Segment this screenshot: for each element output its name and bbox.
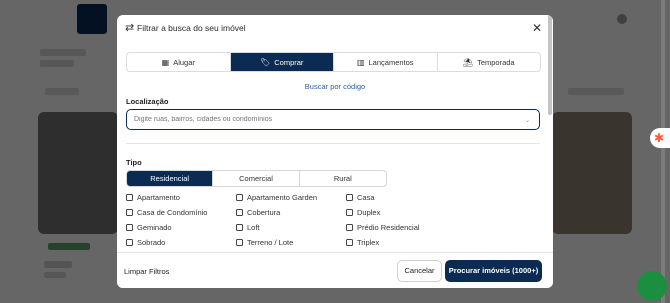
key-card-icon: 🏷: [260, 57, 271, 67]
search-properties-button[interactable]: Procurar imóveis (1000+): [445, 260, 542, 282]
checkbox-duplex[interactable]: Duplex: [346, 208, 380, 217]
close-icon[interactable]: ✕: [530, 21, 544, 35]
checkbox-casa[interactable]: Casa: [346, 193, 375, 202]
filter-modal: ⇄ Filtrar a busca do seu imóvel ✕ ▦ Alug…: [117, 15, 553, 288]
tab-temporada[interactable]: ⛱ Temporada: [438, 53, 541, 71]
search-by-code-link[interactable]: Buscar por código: [117, 82, 553, 91]
hubspot-icon[interactable]: ✱: [650, 128, 670, 148]
modal-title: Filtrar a busca do seu imóvel: [137, 23, 246, 33]
checkbox-loft[interactable]: Loft: [236, 223, 260, 232]
beach-umbrella-icon: ⛱: [462, 57, 474, 67]
page-scrollbar: [661, 0, 665, 303]
checkbox-triplex[interactable]: Triplex: [346, 238, 379, 247]
swap-arrows-icon: ⇄: [125, 22, 135, 34]
checkbox-box[interactable]: [346, 209, 353, 216]
checkbox-box[interactable]: [236, 194, 243, 201]
modal-footer: Limpar Filtros Cancelar Procurar imóveis…: [117, 252, 553, 288]
segment-comercial[interactable]: Comercial: [213, 171, 300, 186]
checkbox-box[interactable]: [346, 224, 353, 231]
clear-filters-button[interactable]: Limpar Filtros: [124, 267, 169, 276]
tipo-segmented-control: Residencial Comercial Rural: [126, 170, 387, 187]
checkbox-box[interactable]: [236, 209, 243, 216]
whatsapp-button[interactable]: [637, 271, 667, 301]
segment-rural[interactable]: Rural: [300, 171, 386, 186]
checkbox-box[interactable]: [126, 239, 133, 246]
modal-scrollbar[interactable]: [548, 15, 552, 115]
divider: [126, 143, 540, 144]
checkbox-geminado[interactable]: Geminado: [126, 223, 172, 232]
calendar-icon: ▦: [161, 57, 170, 67]
checkbox-box[interactable]: [236, 224, 243, 231]
location-input[interactable]: [126, 109, 540, 130]
segment-residencial[interactable]: Residencial: [127, 171, 214, 186]
transaction-tabs: ▦ Alugar 🏷 Comprar ▥ Lançamentos ⛱ Tempo…: [126, 52, 541, 72]
checkbox-terreno-lote[interactable]: Terreno / Lote: [236, 238, 293, 247]
checkbox-casa-de-condominio[interactable]: Casa de Condomínio: [126, 208, 207, 217]
tipo-label: Tipo: [126, 158, 142, 167]
building-icon: ▥: [356, 57, 365, 67]
modal-header: ⇄ Filtrar a busca do seu imóvel ✕: [117, 15, 553, 42]
checkbox-box[interactable]: [126, 194, 133, 201]
checkbox-sobrado[interactable]: Sobrado: [126, 238, 165, 247]
location-label: Localização: [126, 97, 169, 106]
checkbox-apartamento-garden[interactable]: Apartamento Garden: [236, 193, 317, 202]
checkbox-box[interactable]: [126, 224, 133, 231]
tab-comprar[interactable]: 🏷 Comprar: [230, 53, 334, 71]
tab-lancamentos[interactable]: ▥ Lançamentos: [334, 53, 438, 71]
checkbox-predio-residencial[interactable]: Prédio Residencial: [346, 223, 420, 232]
checkbox-box[interactable]: [236, 239, 243, 246]
checkbox-box[interactable]: [346, 194, 353, 201]
chevron-down-icon[interactable]: ⌄: [525, 117, 530, 124]
checkbox-cobertura[interactable]: Cobertura: [236, 208, 280, 217]
checkbox-box[interactable]: [126, 209, 133, 216]
checkbox-apartamento[interactable]: Apartamento: [126, 193, 180, 202]
checkbox-box[interactable]: [346, 239, 353, 246]
cancel-button[interactable]: Cancelar: [397, 260, 442, 282]
tab-alugar[interactable]: ▦ Alugar: [127, 53, 231, 71]
